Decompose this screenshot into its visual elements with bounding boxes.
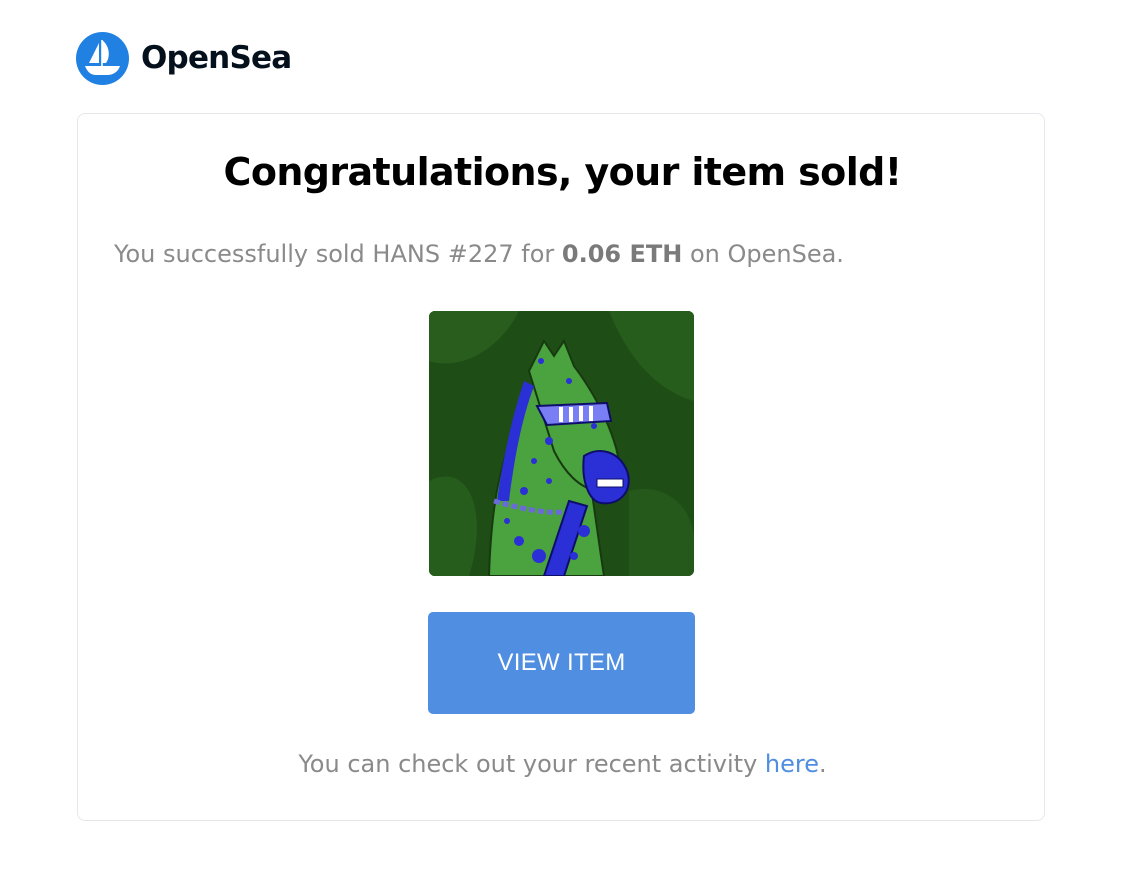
nft-image[interactable]: [429, 311, 694, 576]
footer-suffix: .: [819, 750, 827, 778]
page-title: Congratulations, your item sold!: [223, 150, 903, 194]
recent-activity-note: You can check out your recent activity h…: [0, 750, 1125, 778]
sale-amount: 0.06 ETH: [561, 240, 683, 268]
email-page: OpenSea Congratulations, your item sold!…: [0, 0, 1125, 890]
view-item-button[interactable]: VIEW ITEM: [428, 612, 695, 714]
recent-activity-link[interactable]: here: [765, 750, 819, 778]
footer-prefix: You can check out your recent activity: [298, 750, 758, 778]
brand-name: OpenSea: [141, 40, 292, 76]
sale-summary: You successfully sold HANS #227 for 0.06…: [114, 240, 844, 268]
summary-prefix: You successfully sold HANS #227 for: [114, 240, 555, 268]
brand-header[interactable]: OpenSea: [76, 30, 292, 86]
opensea-ship-icon: [76, 31, 129, 85]
horse-illustration: [429, 311, 694, 576]
summary-suffix: on OpenSea.: [689, 240, 844, 268]
